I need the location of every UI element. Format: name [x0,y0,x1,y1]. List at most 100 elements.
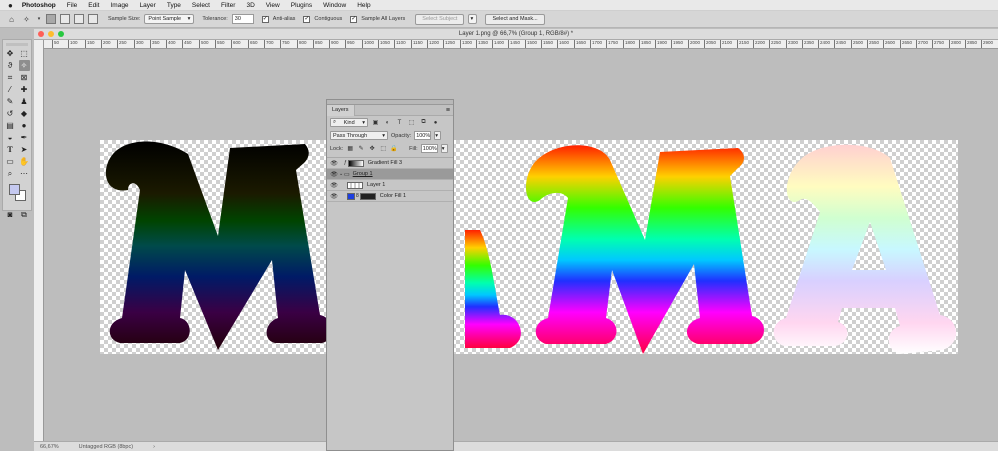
chevron-right-icon[interactable]: › [153,444,155,450]
menu-plugins[interactable]: Plugins [291,2,312,9]
healing-brush-tool-icon[interactable]: ✚ [19,84,30,95]
ruler-tick: 200 [101,40,111,48]
ruler-tick: 1450 [508,40,520,48]
ruler-tick: 950 [345,40,355,48]
apple-icon[interactable]: ● [8,1,13,10]
image-canvas[interactable] [100,140,958,354]
magic-wand-preset-icon[interactable]: ✧ [21,14,32,25]
rectangle-tool-icon[interactable]: ▭ [5,156,16,167]
select-subject-dropdown[interactable]: ▾ [468,14,478,24]
lasso-tool-icon[interactable]: ϑ [5,60,16,71]
canvas-area[interactable] [44,49,998,441]
menu-view[interactable]: View [266,2,280,9]
menu-type[interactable]: Type [167,2,181,9]
vertical-ruler[interactable] [34,40,44,441]
pen-tool-icon[interactable]: ✒ [19,132,30,143]
contiguous-checkbox[interactable]: ✓ [303,15,311,23]
path-selection-tool-icon[interactable]: ➤ [19,144,30,155]
lock-artboard-icon[interactable]: ⬚ [379,145,387,152]
menu-filter[interactable]: Filter [221,2,235,9]
menu-window[interactable]: Window [323,2,346,9]
layer-row-layer-1[interactable]: 👁 Layer 1 [327,180,453,191]
dodge-tool-icon[interactable]: ◒ [5,132,16,143]
tab-layers[interactable]: Layers [327,104,355,116]
layer-row-gradient-fill-3[interactable]: 👁 ƒ Gradient Fill 3 [327,158,453,169]
eyedropper-tool-icon[interactable]: ⁄ [5,84,16,95]
magic-wand-tool-icon[interactable]: ✧ [18,60,30,71]
marquee-tool-icon[interactable]: ⬚ [19,48,30,59]
new-selection-button[interactable] [46,14,56,24]
lock-image-icon[interactable]: ✎ [357,145,365,152]
toolbar-grip[interactable] [6,43,28,46]
fill-input[interactable]: 100% [420,144,438,153]
menu-photoshop[interactable]: Photoshop [22,2,56,9]
letter-m-rainbow-left [465,230,521,348]
filter-toggle-icon[interactable]: ● [431,120,440,126]
horizontal-ruler[interactable]: 50 100 150 200 250 300 350 400 450 500 550 600 650 70… [44,40,998,49]
chevron-down-icon[interactable]: ▾ [36,14,42,25]
blend-mode-select[interactable]: Pass Through ▾ [330,131,388,140]
ruler-tick: 1200 [427,40,439,48]
foreground-color-swatch[interactable] [9,184,20,195]
menu-bar: ● Photoshop File Edit Image Layer Type S… [0,0,998,11]
layer-row-color-fill-1[interactable]: 👁 8 Color Fill 1 [327,191,453,202]
type-tool-icon[interactable]: T [5,144,16,155]
add-to-selection-button[interactable] [60,14,70,24]
anti-alias-checkbox[interactable]: ✓ [261,15,269,23]
tolerance-input[interactable]: 30 [231,14,254,24]
zoom-tool-icon[interactable]: ⌕ [5,168,16,179]
lock-transparency-icon[interactable]: ▦ [346,145,354,152]
eraser-tool-icon[interactable]: ◆ [19,108,30,119]
screen-mode-icon[interactable]: ⧉ [19,209,30,220]
select-and-mask-button[interactable]: Select and Mask... [485,13,545,25]
sample-all-layers-checkbox[interactable]: ✓ [350,15,358,23]
ruler-tick: 1100 [394,40,406,48]
menu-select[interactable]: Select [192,2,210,9]
eye-icon[interactable]: 👁 [329,193,339,200]
filter-smart-object-icon[interactable]: ⧉ [419,119,428,126]
stamp-tool-icon[interactable]: ♟ [19,96,30,107]
sample-size-select[interactable]: Point Sample ▾ [144,14,195,24]
menu-3d[interactable]: 3D [246,2,254,9]
opacity-input[interactable]: 100% [414,131,432,140]
layer-list: 👁 ƒ Gradient Fill 3 👁 ⌄ ▭ Group 1 👁 Laye… [327,157,453,202]
ruler-tick: 2300 [786,40,798,48]
filter-kind-select[interactable]: ⌕ Kind ▾ [330,118,368,127]
filter-pixel-icon[interactable]: ▣ [371,119,380,126]
select-subject-button[interactable]: Select Subject [415,13,465,25]
history-brush-tool-icon[interactable]: ↺ [5,108,16,119]
ruler-tick: 2850 [965,40,977,48]
quick-mask-icon[interactable]: ◙ [5,209,16,220]
zoom-level[interactable]: 66,67% [40,444,59,450]
blur-tool-icon[interactable]: ● [19,120,30,131]
hand-tool-icon[interactable]: ✋ [19,156,30,167]
menu-layer[interactable]: Layer [140,2,156,9]
filter-adjustment-icon[interactable]: ◐ [383,120,392,126]
menu-edit[interactable]: Edit [88,2,99,9]
gradient-tool-icon[interactable]: ▤ [5,120,16,131]
eye-icon[interactable]: 👁 [329,171,339,178]
home-icon[interactable]: ⌂ [6,14,17,25]
intersect-selection-button[interactable] [88,14,98,24]
panel-menu-icon[interactable]: ≡ [446,107,450,114]
opacity-dropdown[interactable]: ▾ [434,131,442,140]
lock-position-icon[interactable]: ✥ [368,145,376,152]
layer-row-group-1[interactable]: 👁 ⌄ ▭ Group 1 [327,169,453,180]
fill-dropdown[interactable]: ▾ [440,144,448,153]
move-tool-icon[interactable]: ✥ [5,48,16,59]
eye-icon[interactable]: 👁 [329,182,339,189]
crop-tool-icon[interactable]: ⌗ [5,72,16,83]
lock-all-icon[interactable]: 🔒 [390,145,398,152]
menu-help[interactable]: Help [357,2,370,9]
ruler-tick: 500 [199,40,209,48]
link-icon: 8 [356,193,359,199]
more-tools-icon[interactable]: ⋯ [19,168,30,179]
filter-type-icon[interactable]: T [395,120,404,126]
brush-tool-icon[interactable]: ✎ [5,96,16,107]
frame-tool-icon[interactable]: ⊠ [19,72,30,83]
subtract-from-selection-button[interactable] [74,14,84,24]
menu-image[interactable]: Image [110,2,128,9]
eye-icon[interactable]: 👁 [329,160,339,167]
filter-shape-icon[interactable]: ⬚ [407,119,416,126]
menu-file[interactable]: File [67,2,77,9]
